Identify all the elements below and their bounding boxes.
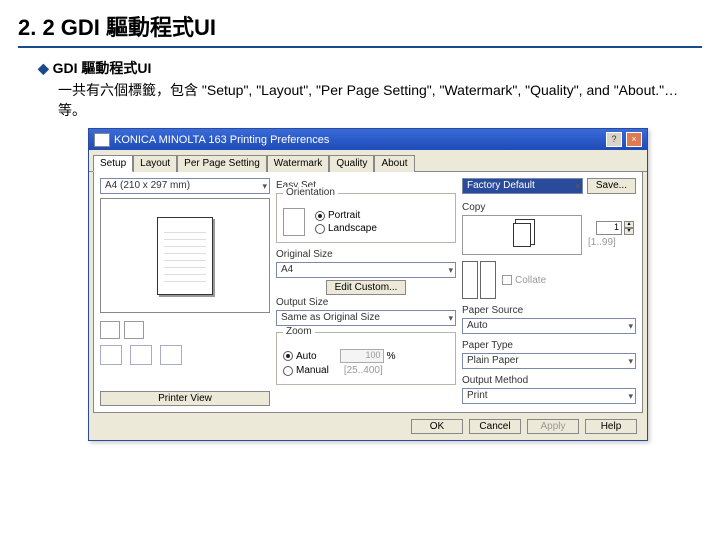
app-icon bbox=[94, 133, 110, 147]
collate-label: Collate bbox=[515, 275, 546, 286]
layout-icon-1[interactable] bbox=[100, 345, 122, 365]
orientation-portrait-label: Portrait bbox=[328, 210, 360, 221]
tab-quality[interactable]: Quality bbox=[329, 155, 374, 172]
collate-icon bbox=[462, 261, 496, 299]
zoom-manual-label: Manual bbox=[296, 365, 329, 376]
bullet-title: GDI 驅動程式UI bbox=[38, 58, 702, 78]
orientation-landscape-label: Landscape bbox=[328, 223, 377, 234]
output-method-dropdown[interactable]: Print bbox=[462, 388, 636, 404]
collate-checkbox[interactable]: Collate bbox=[502, 275, 546, 286]
copy-spinner-down[interactable]: ▾ bbox=[624, 228, 634, 235]
zoom-label: Zoom bbox=[283, 326, 315, 337]
orientation-group: Orientation Portrait Landscape bbox=[276, 193, 456, 243]
tab-strip: Setup Layout Per Page Setting Watermark … bbox=[89, 150, 647, 172]
printing-preferences-dialog: KONICA MINOLTA 163 Printing Preferences … bbox=[88, 128, 648, 441]
titlebar-help-button[interactable]: ? bbox=[606, 132, 622, 147]
ok-button[interactable]: OK bbox=[411, 419, 463, 434]
zoom-group: Zoom Auto 100 % Manual [25..400] bbox=[276, 332, 456, 385]
paper-type-dropdown[interactable]: Plain Paper bbox=[462, 353, 636, 369]
page-preview bbox=[100, 198, 270, 313]
zoom-manual-range: [25..400] bbox=[344, 365, 383, 376]
paper-type-label: Paper Type bbox=[462, 340, 636, 351]
orientation-icon bbox=[283, 208, 305, 236]
layout-icon-3[interactable] bbox=[160, 345, 182, 365]
cancel-button[interactable]: Cancel bbox=[469, 419, 521, 434]
easyset-preset-dropdown[interactable]: Factory Default bbox=[462, 178, 583, 194]
slide-heading: 2. 2 GDI 驅動程式UI bbox=[18, 10, 702, 42]
edit-custom-button[interactable]: Edit Custom... bbox=[326, 280, 407, 295]
dialog-button-bar: OK Cancel Apply Help bbox=[89, 413, 647, 440]
titlebar: KONICA MINOLTA 163 Printing Preferences … bbox=[89, 129, 647, 150]
bullet-desc: 一共有六個標籤，包含 "Setup", "Layout", "Per Page … bbox=[58, 80, 702, 120]
zoom-auto-value: 100 bbox=[340, 349, 384, 363]
output-method-label: Output Method bbox=[462, 375, 636, 386]
titlebar-close-button[interactable]: × bbox=[626, 132, 642, 147]
page-preview-page-icon bbox=[157, 217, 213, 295]
tab-watermark[interactable]: Watermark bbox=[267, 155, 330, 172]
documents-icon bbox=[513, 223, 531, 247]
paper-summary-dropdown[interactable]: A4 (210 x 297 mm) bbox=[100, 178, 270, 194]
zoom-auto-radio[interactable]: Auto 100 % bbox=[283, 349, 449, 363]
printer-view-button[interactable]: Printer View bbox=[100, 391, 270, 406]
layout-icon-2[interactable] bbox=[130, 345, 152, 365]
zoom-manual-radio[interactable]: Manual [25..400] bbox=[283, 365, 449, 376]
tab-about[interactable]: About bbox=[374, 155, 414, 172]
dialog-title: KONICA MINOLTA 163 Printing Preferences bbox=[114, 134, 329, 146]
apply-button[interactable]: Apply bbox=[527, 419, 579, 434]
easyset-save-button[interactable]: Save... bbox=[587, 178, 636, 194]
orientation-landscape-radio[interactable]: Landscape bbox=[315, 223, 377, 234]
paper-source-dropdown[interactable]: Auto bbox=[462, 318, 636, 334]
output-size-label: Output Size bbox=[276, 297, 456, 308]
tab-per-page-setting[interactable]: Per Page Setting bbox=[177, 155, 267, 172]
copy-count-input[interactable]: 1 bbox=[596, 221, 622, 235]
zoom-pct-label: % bbox=[387, 351, 396, 362]
paper-source-label: Paper Source bbox=[462, 305, 636, 316]
copy-label: Copy bbox=[462, 202, 636, 213]
zoom-auto-label: Auto bbox=[296, 351, 317, 362]
help-button[interactable]: Help bbox=[585, 419, 637, 434]
copy-range-label: [1..99] bbox=[588, 237, 634, 248]
tab-layout[interactable]: Layout bbox=[133, 155, 177, 172]
original-size-dropdown[interactable]: A4 bbox=[276, 262, 456, 278]
preview-mode-icon-1[interactable] bbox=[100, 321, 120, 339]
copy-spinner-up[interactable]: ▴ bbox=[624, 221, 634, 228]
preview-mode-icon-2[interactable] bbox=[124, 321, 144, 339]
heading-underline bbox=[18, 46, 702, 48]
tab-setup[interactable]: Setup bbox=[93, 155, 133, 172]
output-size-dropdown[interactable]: Same as Original Size bbox=[276, 310, 456, 326]
orientation-portrait-radio[interactable]: Portrait bbox=[315, 210, 377, 221]
original-size-label: Original Size bbox=[276, 249, 456, 260]
orientation-label: Orientation bbox=[283, 187, 338, 198]
copy-preview-icon bbox=[462, 215, 582, 255]
